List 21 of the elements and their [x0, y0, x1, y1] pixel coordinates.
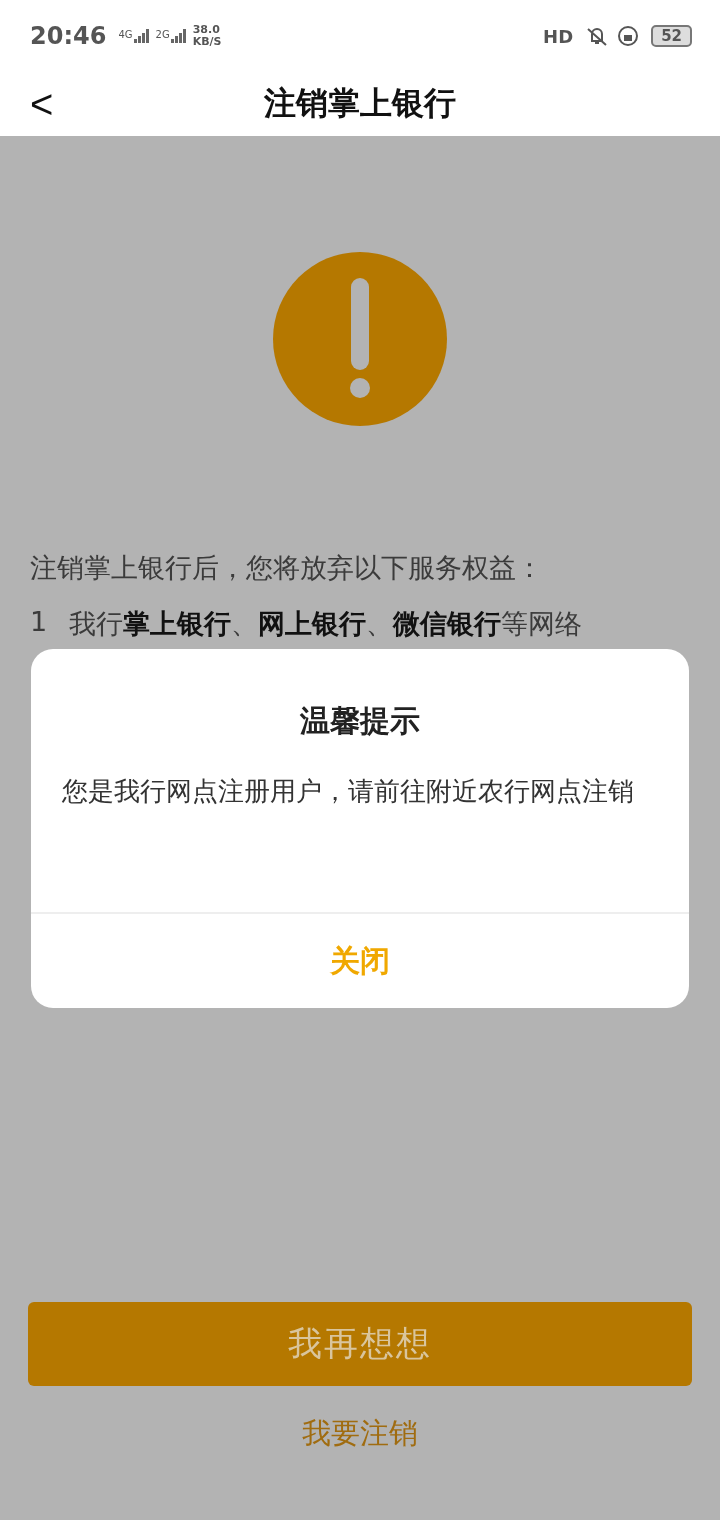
- cancel-account-link[interactable]: 我要注销: [292, 1408, 428, 1460]
- item-number: 1: [30, 606, 48, 639]
- intro-text: 注销掌上银行后，您将放弃以下服务权益：: [30, 551, 544, 585]
- dialog-message: 您是我行网点注册用户，请前往附近农行网点注销: [62, 775, 635, 808]
- battery-level: 52: [651, 25, 692, 47]
- page-title: 注销掌上银行: [264, 83, 456, 124]
- rotation-lock-icon: [617, 25, 640, 47]
- item-text: 我行掌上银行、网上银行、微信银行等网络: [69, 607, 583, 641]
- warning-icon: [273, 252, 447, 426]
- clock: 20:46: [30, 22, 107, 50]
- close-button[interactable]: 关闭: [31, 914, 689, 1008]
- signal-icon: [133, 29, 150, 43]
- network-type: 2G: [155, 29, 170, 40]
- reconsider-button[interactable]: 我再想想: [28, 1302, 692, 1386]
- network-speed: 38.0: [192, 24, 221, 36]
- hd-voice-indicator: HD: [543, 25, 574, 47]
- back-button[interactable]: <: [24, 80, 60, 128]
- speed-unit: KB/S: [192, 36, 222, 48]
- network-type: 4G: [118, 29, 133, 40]
- dialog-title: 温馨提示: [299, 702, 421, 740]
- signal-icon: [170, 29, 187, 43]
